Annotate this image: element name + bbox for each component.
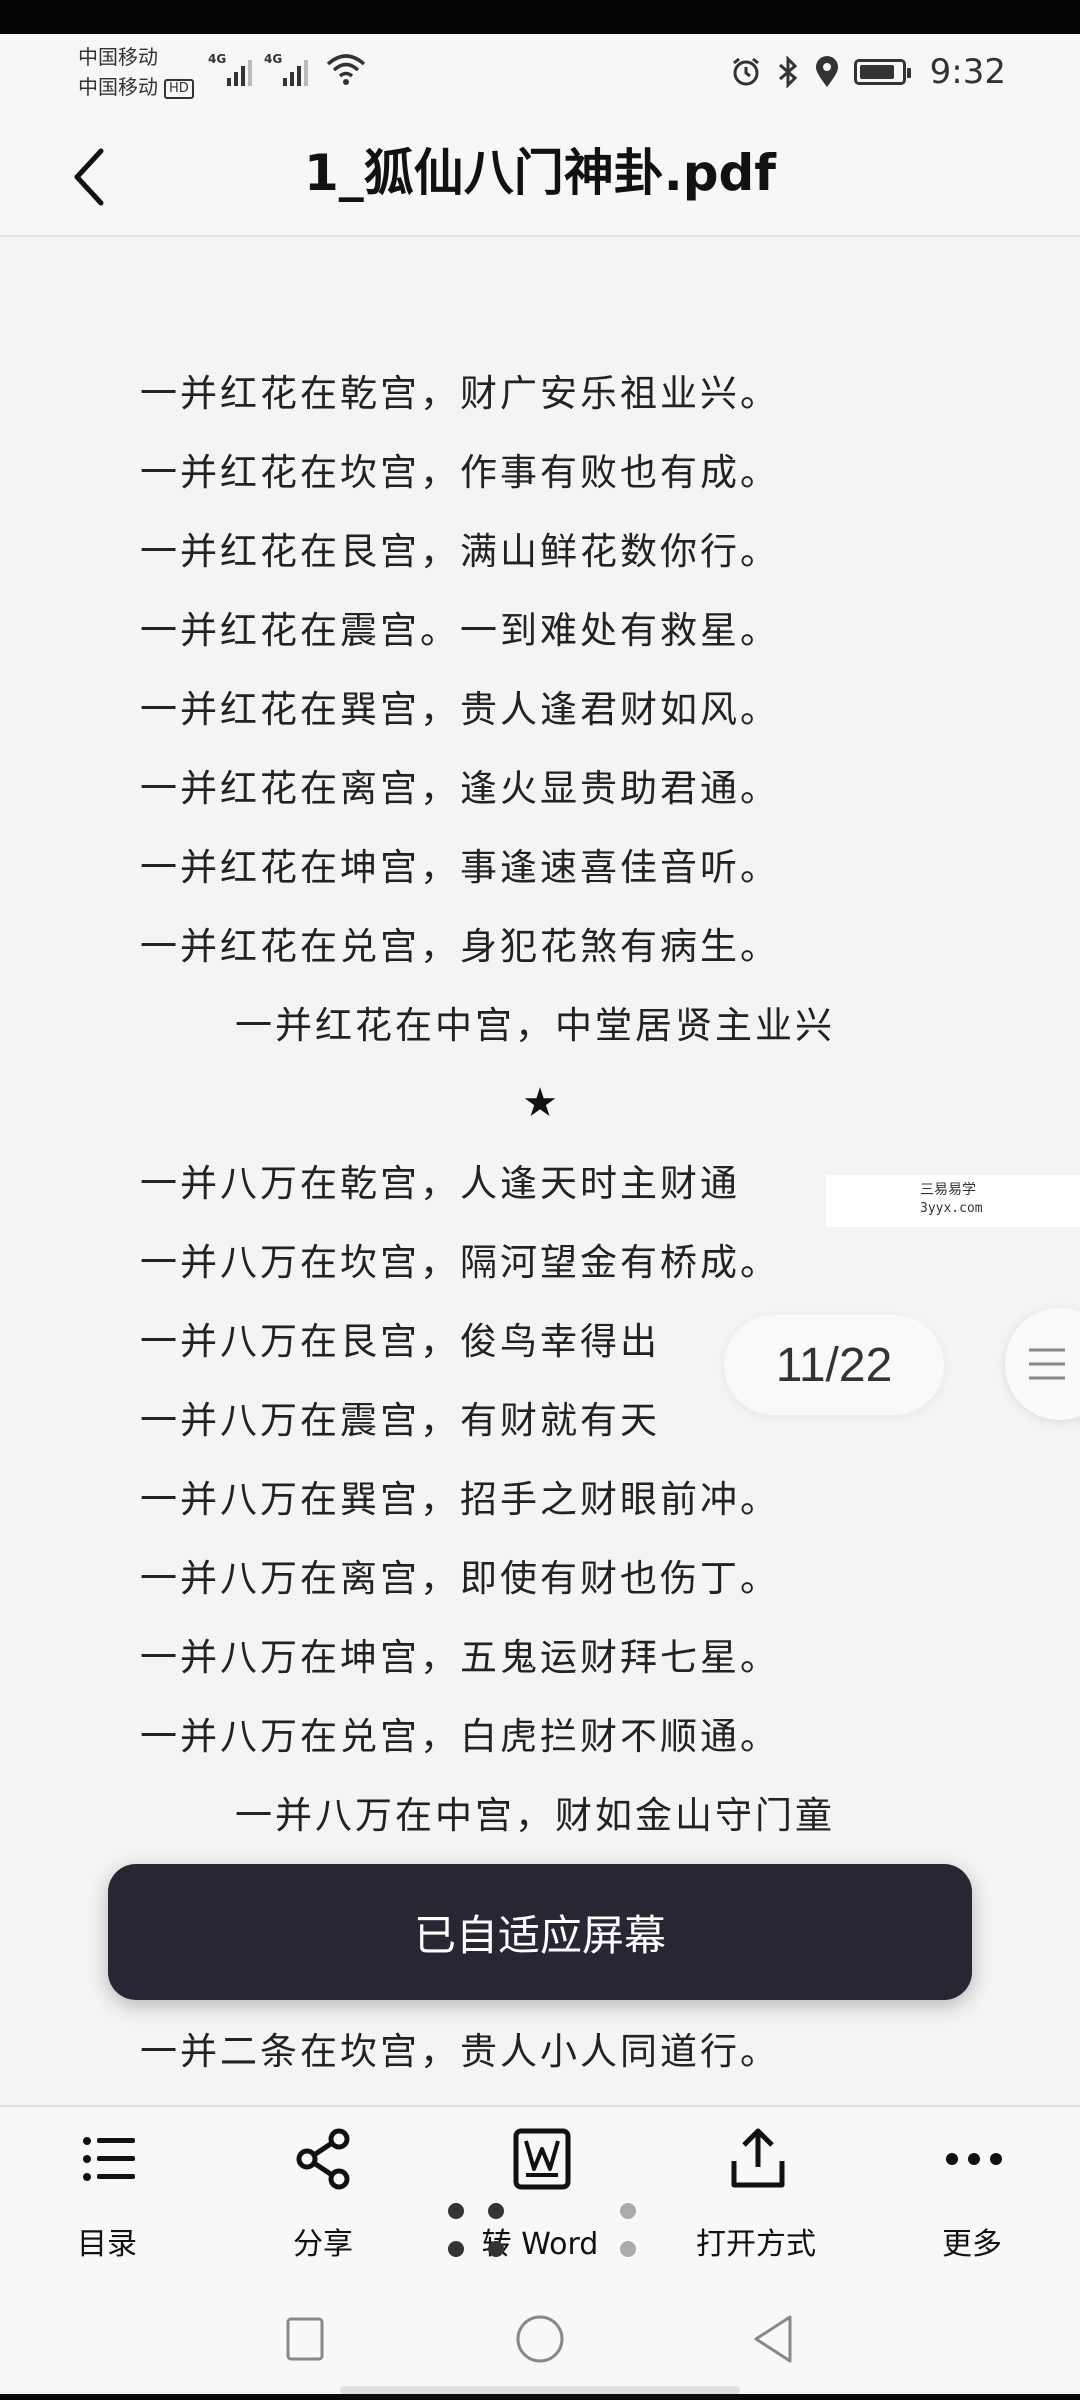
- more-icon: [946, 2153, 1002, 2165]
- star-separator: ★: [522, 1080, 558, 1126]
- battery-level-fill: [859, 65, 894, 79]
- document-line: 一并八万在中宫，财如金山守门童: [235, 1794, 835, 1837]
- bluetooth-icon: [778, 55, 797, 89]
- hd-badge: HD: [164, 78, 194, 99]
- home-icon: [516, 2315, 564, 2363]
- alarm-icon: [732, 57, 759, 86]
- list-icon: [83, 2137, 135, 2181]
- signal-indicators: 4G 4G: [208, 52, 366, 86]
- document-line: 一并红花在兑宫，身犯花煞有病生。: [140, 925, 780, 968]
- drag-handle-icon: [1029, 1348, 1065, 1380]
- screen-top-edge: [0, 0, 1080, 34]
- document-line: 一并红花在坎宫，作事有败也有成。: [140, 451, 780, 494]
- document-line: 一并红花在中宫，中堂居贤主业兴: [235, 1004, 835, 1047]
- toast-message: 已自适应屏幕: [108, 1864, 972, 2000]
- watermark: 三易易学 3yyx.com: [826, 1175, 1080, 1227]
- pdf-page-view[interactable]: 一并红花在乾宫，财广安乐祖业兴。 一并红花在坎宫，作事有败也有成。 一并红花在艮…: [0, 237, 1080, 2105]
- document-line: 一并红花在乾宫，财广安乐祖业兴。: [140, 372, 780, 415]
- page-indicator: 11/22: [724, 1315, 944, 1415]
- toolbar-label: 分享: [293, 2227, 353, 2262]
- document-line: 一并红花在巽宫，贵人逢君财如风。: [140, 688, 780, 731]
- document-line: 一并二条在坎宫，贵人小人同道行。: [140, 2030, 780, 2073]
- document-title: 1_狐仙八门神卦.pdf: [303, 144, 777, 202]
- toolbar-open-with-button[interactable]: 打开方式: [666, 2127, 846, 2277]
- recents-button[interactable]: [270, 2307, 340, 2377]
- system-nav-bar: [0, 2285, 1080, 2400]
- document-line: 一并八万在坎宫，隔河望金有桥成。: [140, 1241, 780, 1284]
- network-type-label: 4G: [264, 52, 283, 66]
- toolbar-label: 更多: [942, 2227, 1002, 2262]
- toolbar-contents-button[interactable]: 目录: [17, 2127, 197, 2277]
- carrier-label-1: 中国移动: [78, 45, 158, 69]
- wifi-icon: [326, 54, 366, 85]
- document-line: 一并八万在离宫，即使有财也伤丁。: [140, 1557, 780, 1600]
- home-button[interactable]: [505, 2307, 575, 2377]
- document-line: 一并红花在震宫。一到难处有救星。: [140, 609, 780, 652]
- back-nav-button[interactable]: [740, 2307, 810, 2377]
- carrier-info: 中国移动 中国移动 HD: [78, 42, 194, 102]
- status-time: 9:32: [929, 52, 1006, 92]
- toolbar-more-button[interactable]: 更多: [882, 2127, 1062, 2277]
- document-line: 一并八万在乾宫，人逢天时主财通: [140, 1162, 740, 1205]
- toolbar-label: 打开方式: [696, 2227, 816, 2262]
- network-type-label: 4G: [208, 52, 227, 66]
- battery-icon: [853, 59, 911, 85]
- document-line: 一并红花在坤宫，事逢速喜佳音听。: [140, 846, 780, 889]
- status-right: 9:32: [730, 52, 1006, 92]
- word-convert-icon: [513, 2128, 571, 2190]
- document-line: 一并红花在艮宫，满山鲜花数你行。: [140, 530, 780, 573]
- app-header: 1_狐仙八门神卦.pdf: [0, 120, 1080, 237]
- share-icon: [296, 2128, 350, 2190]
- signal-icon: 4G: [264, 52, 308, 86]
- loading-indicator: [440, 2195, 650, 2265]
- watermark-site: 3yyx.com: [920, 1201, 983, 1216]
- document-line: 一并八万在坤宫，五鬼运财拜七星。: [140, 1636, 780, 1679]
- document-line: 一并红花在离宫，逢火显贵助君通。: [140, 767, 780, 810]
- signal-icon: 4G: [208, 52, 252, 86]
- gesture-bar: [340, 2386, 740, 2394]
- document-line: 一并八万在巽宫，招手之财眼前冲。: [140, 1478, 780, 1521]
- document-line: 一并八万在兑宫，白虎拦财不顺通。: [140, 1715, 780, 1758]
- back-triangle-icon: [754, 2315, 792, 2363]
- toolbar-share-button[interactable]: 分享: [233, 2127, 413, 2277]
- location-icon: [815, 56, 838, 87]
- watermark-name: 三易易学: [920, 1182, 976, 1198]
- recents-icon: [286, 2317, 324, 2361]
- toolbar-label: 目录: [77, 2227, 137, 2262]
- carrier-label-2: 中国移动 HD: [78, 72, 194, 102]
- open-with-icon: [731, 2128, 785, 2188]
- carrier-label-2-text: 中国移动: [78, 75, 158, 99]
- screen-bottom-edge: [0, 2394, 1080, 2400]
